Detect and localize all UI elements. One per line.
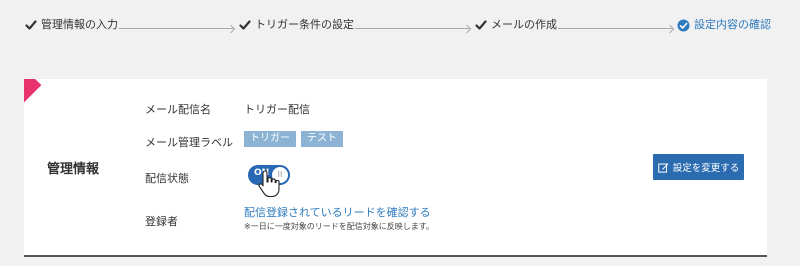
check-circle-icon — [677, 19, 690, 32]
check-icon — [238, 19, 251, 32]
progress-stepper: 管理情報の入力 トリガー条件の設定 メールの作成 設定内容の確認 — [0, 0, 800, 52]
mail-name-value: トリガー配信 — [244, 103, 310, 116]
section-title: 管理情報 — [47, 162, 100, 177]
view-registered-leads-link[interactable]: 配信登録されているリードを確認する — [244, 204, 431, 220]
step-connector — [355, 28, 469, 29]
hand-cursor-icon — [258, 170, 280, 198]
mail-label-label: メール管理ラベル — [145, 136, 233, 149]
step-management-info: 管理情報の入力 — [24, 17, 118, 33]
mail-name-label: メール配信名 — [145, 103, 211, 116]
registrant-note: ※一日に一度対象のリードを配信対象に反映します。 — [244, 222, 434, 231]
corner-ribbon — [24, 79, 42, 107]
step-confirm-settings: 設定内容の確認 — [677, 17, 771, 33]
step-mail-creation: メールの作成 — [474, 17, 557, 33]
management-info-card: 管理情報 メール配信名 トリガー配信 メール管理ラベル トリガー テスト 配信状… — [24, 79, 767, 257]
tag-trigger: トリガー — [244, 131, 296, 147]
step-connector — [119, 28, 233, 29]
edit-settings-button[interactable]: 設定を変更する — [653, 154, 744, 180]
step-label: 管理情報の入力 — [41, 18, 118, 31]
edit-icon — [657, 162, 669, 173]
step-label: トリガー条件の設定 — [255, 18, 354, 31]
step-label: 設定内容の確認 — [694, 18, 771, 31]
check-icon — [24, 19, 37, 32]
check-icon — [474, 19, 487, 32]
step-trigger-condition: トリガー条件の設定 — [238, 17, 354, 33]
tag-test: テスト — [301, 131, 343, 147]
mail-label-tags: トリガー テスト — [244, 131, 343, 147]
step-connector — [558, 28, 672, 29]
edit-settings-label: 設定を変更する — [672, 163, 740, 174]
registrant-label: 登録者 — [145, 215, 178, 228]
step-label: メールの作成 — [491, 18, 557, 31]
status-label: 配信状態 — [145, 172, 189, 185]
